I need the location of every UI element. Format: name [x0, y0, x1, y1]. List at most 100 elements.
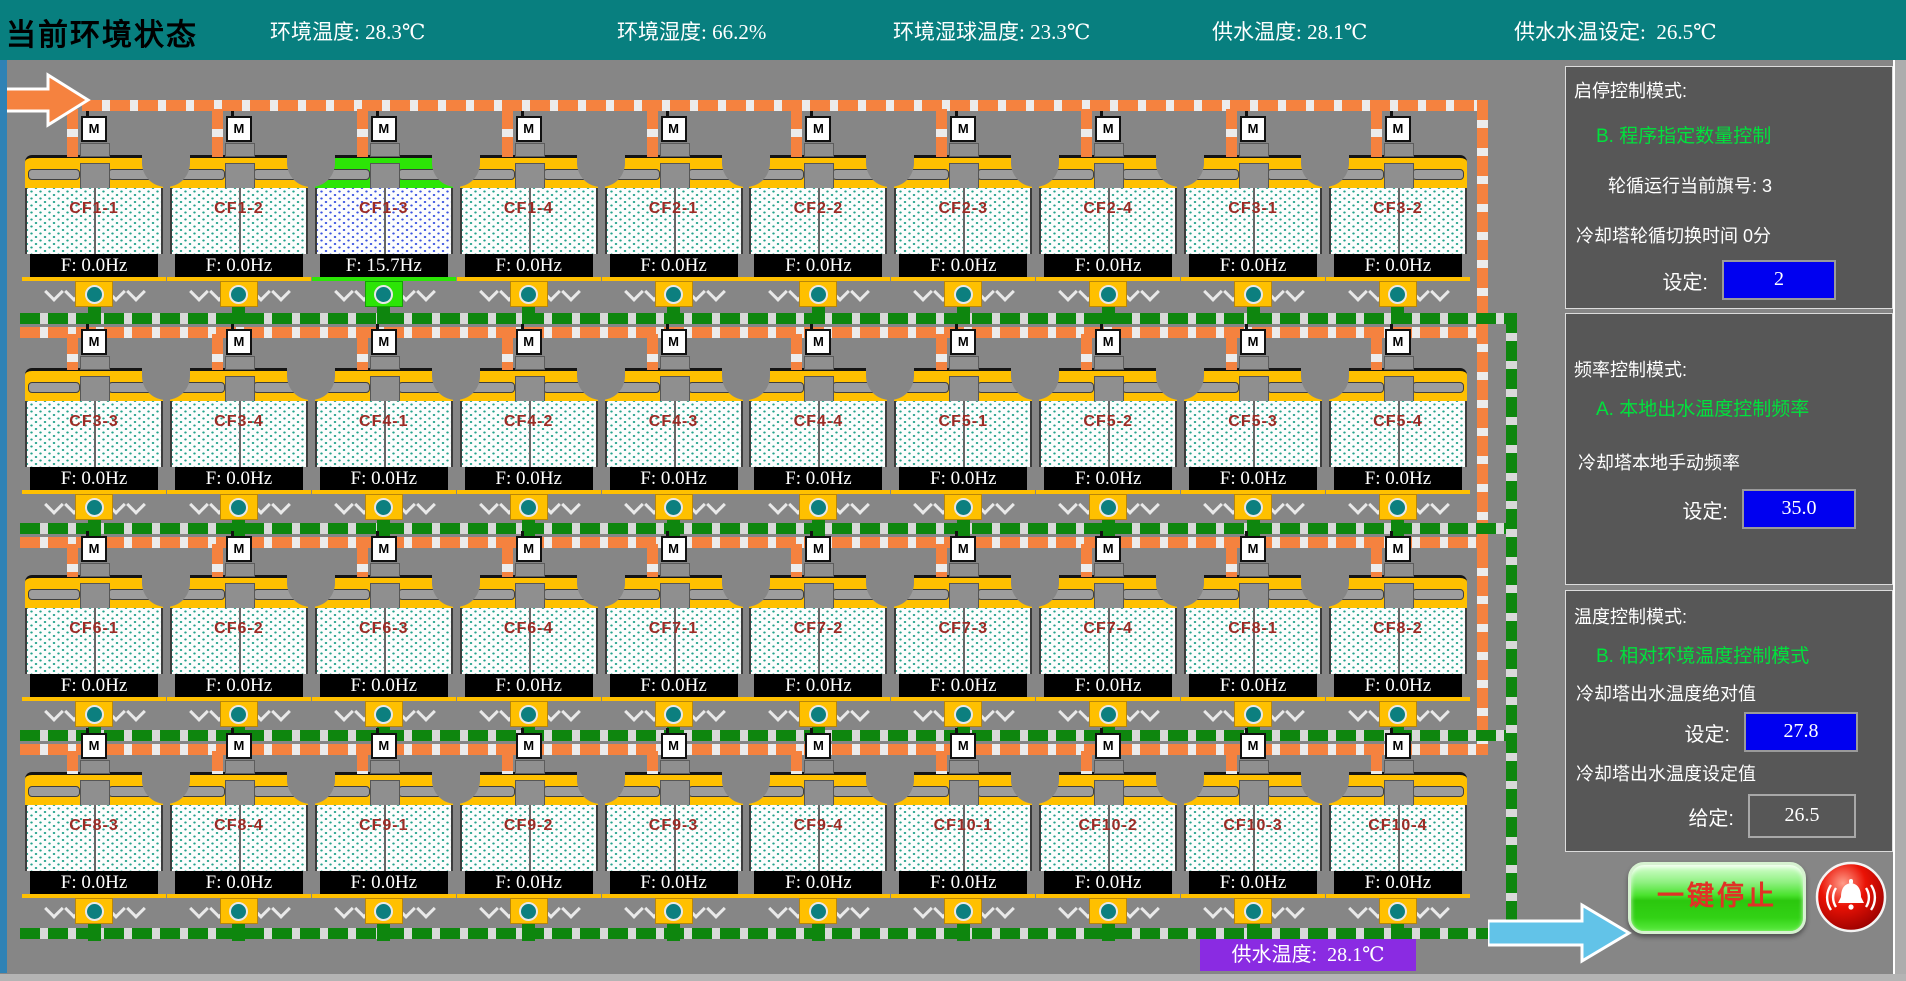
one-key-stop-button[interactable]: 一键停止: [1628, 862, 1806, 934]
outlet-valve[interactable]: [510, 898, 548, 924]
outlet-valve[interactable]: [1379, 898, 1417, 924]
outlet-valve[interactable]: [75, 494, 113, 520]
outlet-valve[interactable]: [655, 898, 693, 924]
outlet-valve[interactable]: [510, 494, 548, 520]
outlet-valve[interactable]: [510, 701, 548, 727]
tower-label: CF10-2: [1041, 817, 1175, 835]
outlet-valve[interactable]: [944, 494, 982, 520]
outlet-valve[interactable]: [1234, 898, 1272, 924]
cooling-tower-CF1-2[interactable]: MCF1-2F: 0.0Hz: [170, 155, 308, 315]
outlet-valve[interactable]: [1234, 281, 1272, 307]
cooling-tower-CF7-3[interactable]: MCF7-3F: 0.0Hz: [894, 575, 1032, 735]
panel-start-stop-mode: 启停控制模式: B. 程序指定数量控制 轮循运行当前旗号: 3 冷却塔轮循切换时…: [1565, 66, 1893, 309]
cooling-tower-CF5-3[interactable]: MCF5-3F: 0.0Hz: [1184, 368, 1322, 528]
outlet-valve[interactable]: [944, 281, 982, 307]
cooling-tower-CF3-3[interactable]: MCF3-3F: 0.0Hz: [25, 368, 163, 528]
outlet-valve[interactable]: [220, 281, 258, 307]
cooling-tower-CF8-1[interactable]: MCF8-1F: 0.0Hz: [1184, 575, 1322, 735]
cooling-tower-CF6-1[interactable]: MCF6-1F: 0.0Hz: [25, 575, 163, 735]
outlet-valve[interactable]: [75, 701, 113, 727]
outlet-valve[interactable]: [1234, 701, 1272, 727]
cooling-tower-CF2-1[interactable]: MCF2-1F: 0.0Hz: [605, 155, 743, 315]
outlet-valve[interactable]: [1089, 494, 1127, 520]
outlet-valve[interactable]: [75, 898, 113, 924]
outlet-valve[interactable]: [220, 898, 258, 924]
scrollbar-track[interactable]: [1893, 60, 1906, 981]
spray-icon: [416, 282, 436, 302]
outlet-valve[interactable]: [944, 898, 982, 924]
cooling-tower-CF10-1[interactable]: MCF10-1F: 0.0Hz: [894, 772, 1032, 932]
alarm-bell-icon[interactable]: [1814, 860, 1888, 934]
cooling-tower-CF6-3[interactable]: MCF6-3F: 0.0Hz: [315, 575, 453, 735]
outlet-valve[interactable]: [1234, 494, 1272, 520]
cooling-tower-CF1-3[interactable]: MCF1-3F: 15.7Hz: [315, 155, 453, 315]
cooling-tower-CF10-3[interactable]: MCF10-3F: 0.0Hz: [1184, 772, 1322, 932]
outlet-valve[interactable]: [1089, 281, 1127, 307]
cooling-tower-CF6-2[interactable]: MCF6-2F: 0.0Hz: [170, 575, 308, 735]
outlet-valve[interactable]: [799, 898, 837, 924]
cooling-tower-CF9-3[interactable]: MCF9-3F: 0.0Hz: [605, 772, 743, 932]
cooling-tower-CF10-4[interactable]: MCF10-4F: 0.0Hz: [1329, 772, 1467, 932]
cooling-tower-CF9-4[interactable]: MCF9-4F: 0.0Hz: [749, 772, 887, 932]
outlet-valve[interactable]: [220, 701, 258, 727]
outlet-valve[interactable]: [1089, 898, 1127, 924]
outlet-valve[interactable]: [799, 494, 837, 520]
start-stop-mode-value[interactable]: B. 程序指定数量控制: [1596, 121, 1892, 148]
cooling-tower-CF5-4[interactable]: MCF5-4F: 0.0Hz: [1329, 368, 1467, 528]
pump-zone: [170, 281, 308, 315]
cooling-tower-CF6-4[interactable]: MCF6-4F: 0.0Hz: [460, 575, 598, 735]
motor-m-icon: M: [1095, 116, 1121, 142]
cooling-tower-CF3-1[interactable]: MCF3-1F: 0.0Hz: [1184, 155, 1322, 315]
cooling-tower-CF3-2[interactable]: MCF3-2F: 0.0Hz: [1329, 155, 1467, 315]
cooling-tower-CF4-4[interactable]: MCF4-4F: 0.0Hz: [749, 368, 887, 528]
tower-count-set-input[interactable]: 2: [1722, 260, 1836, 300]
outlet-valve[interactable]: [1379, 494, 1417, 520]
cooling-tower-CF4-2[interactable]: MCF4-2F: 0.0Hz: [460, 368, 598, 528]
outlet-valve[interactable]: [365, 281, 403, 307]
outlet-valve[interactable]: [1379, 701, 1417, 727]
outlet-valve[interactable]: [365, 494, 403, 520]
spray-icon: [1140, 702, 1160, 722]
cooling-tower-CF9-1[interactable]: MCF9-1F: 0.0Hz: [315, 772, 453, 932]
cooling-tower-CF8-3[interactable]: MCF8-3F: 0.0Hz: [25, 772, 163, 932]
cooling-tower-CF9-2[interactable]: MCF9-2F: 0.0Hz: [460, 772, 598, 932]
cooling-tower-CF7-1[interactable]: MCF7-1F: 0.0Hz: [605, 575, 743, 735]
cooling-tower-CF3-4[interactable]: MCF3-4F: 0.0Hz: [170, 368, 308, 528]
outlet-valve[interactable]: [220, 494, 258, 520]
outlet-valve[interactable]: [655, 494, 693, 520]
spray-icon: [706, 495, 726, 515]
cooling-tower-CF4-1[interactable]: MCF4-1F: 0.0Hz: [315, 368, 453, 528]
outlet-valve[interactable]: [799, 281, 837, 307]
cooling-tower-CF5-1[interactable]: MCF5-1F: 0.0Hz: [894, 368, 1032, 528]
cooling-tower-CF2-3[interactable]: MCF2-3F: 0.0Hz: [894, 155, 1032, 315]
frequency-mode-value[interactable]: A. 本地出水温度控制频率: [1596, 394, 1892, 421]
manual-frequency-set-input[interactable]: 35.0: [1742, 489, 1856, 529]
cooling-tower-CF2-4[interactable]: MCF2-4F: 0.0Hz: [1039, 155, 1177, 315]
outlet-valve[interactable]: [1379, 281, 1417, 307]
cooling-tower-CF2-2[interactable]: MCF2-2F: 0.0Hz: [749, 155, 887, 315]
fan-shaft: [529, 805, 531, 871]
cooling-tower-CF7-2[interactable]: MCF7-2F: 0.0Hz: [749, 575, 887, 735]
cooling-tower-CF8-2[interactable]: MCF8-2F: 0.0Hz: [1329, 575, 1467, 735]
outlet-valve[interactable]: [799, 701, 837, 727]
outlet-valve[interactable]: [510, 281, 548, 307]
fan-blade-left: [28, 169, 80, 180]
fan-shaft: [1253, 608, 1255, 674]
outlet-valve[interactable]: [944, 701, 982, 727]
outlet-valve[interactable]: [75, 281, 113, 307]
outlet-temp-given-display[interactable]: 26.5: [1748, 794, 1856, 838]
outlet-valve[interactable]: [655, 701, 693, 727]
cooling-tower-CF8-4[interactable]: MCF8-4F: 0.0Hz: [170, 772, 308, 932]
cooling-tower-CF5-2[interactable]: MCF5-2F: 0.0Hz: [1039, 368, 1177, 528]
outlet-valve[interactable]: [655, 281, 693, 307]
outlet-valve[interactable]: [365, 701, 403, 727]
outlet-valve[interactable]: [365, 898, 403, 924]
cooling-tower-CF4-3[interactable]: MCF4-3F: 0.0Hz: [605, 368, 743, 528]
cooling-tower-CF1-4[interactable]: MCF1-4F: 0.0Hz: [460, 155, 598, 315]
cooling-tower-CF1-1[interactable]: MCF1-1F: 0.0Hz: [25, 155, 163, 315]
cooling-tower-CF10-2[interactable]: MCF10-2F: 0.0Hz: [1039, 772, 1177, 932]
cooling-tower-CF7-4[interactable]: MCF7-4F: 0.0Hz: [1039, 575, 1177, 735]
temperature-mode-value[interactable]: B. 相对环境温度控制模式: [1596, 641, 1892, 668]
outlet-temp-set-input[interactable]: 27.8: [1744, 712, 1858, 752]
outlet-valve[interactable]: [1089, 701, 1127, 727]
